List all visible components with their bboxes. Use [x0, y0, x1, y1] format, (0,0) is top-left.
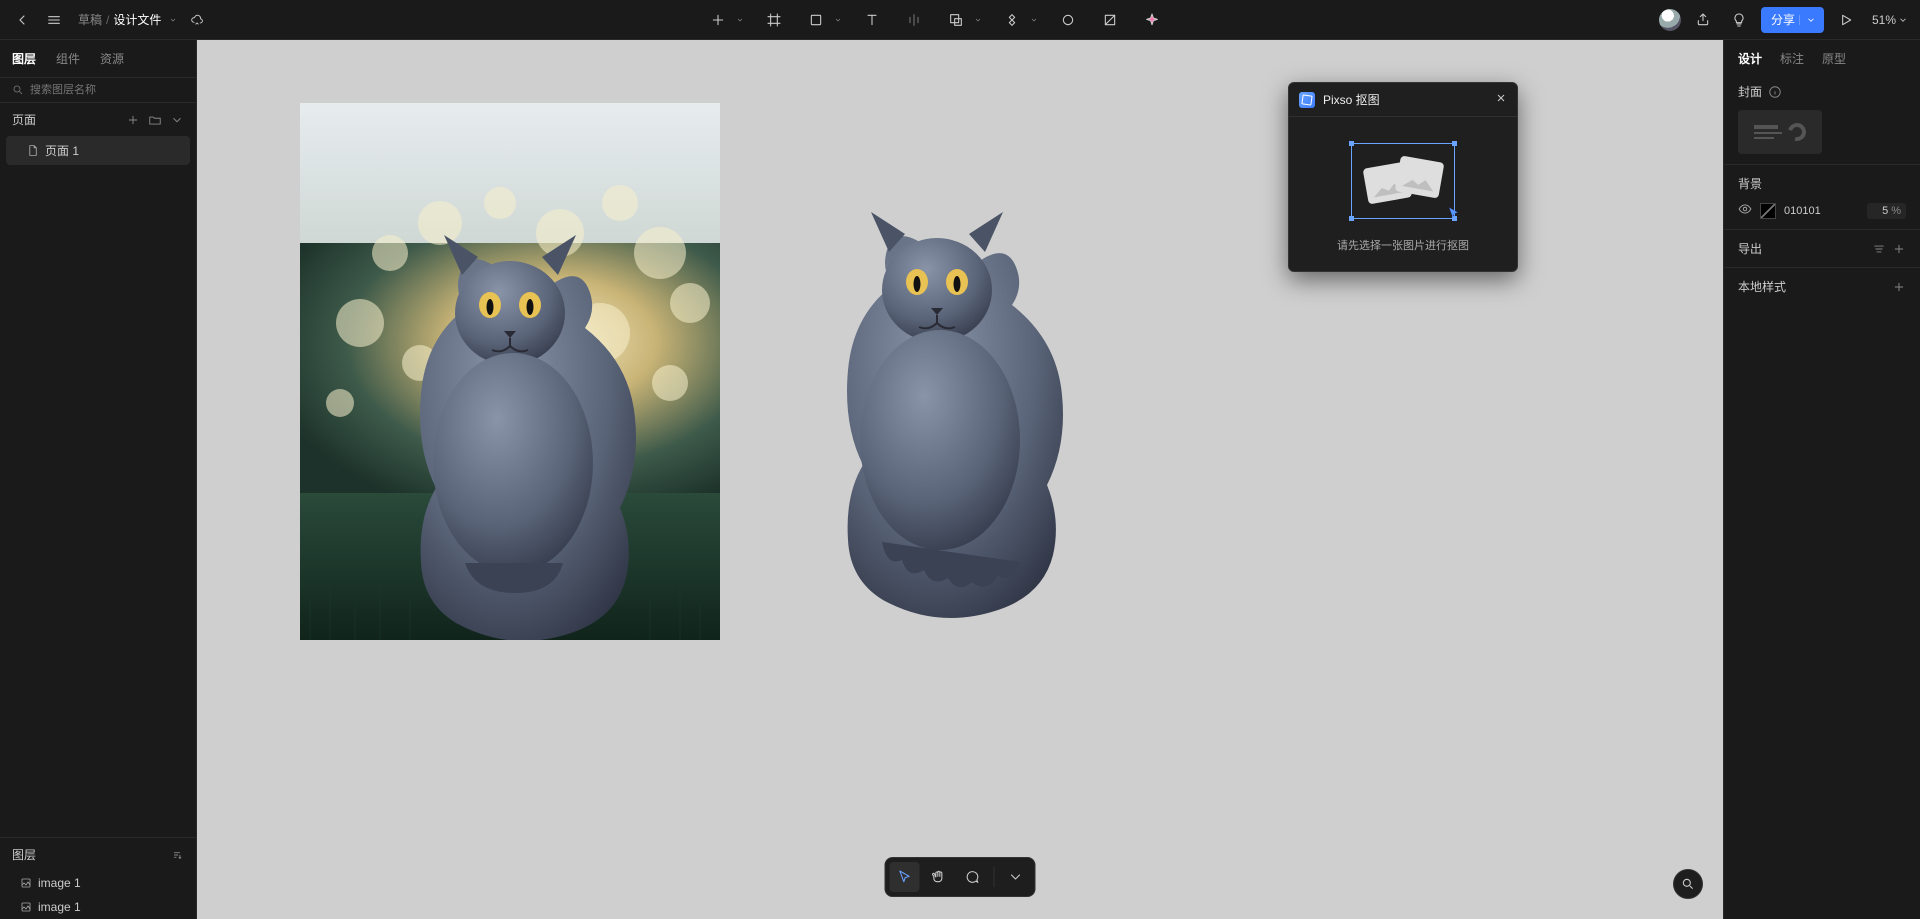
export-label: 导出 [1738, 240, 1762, 257]
tab-assets[interactable]: 资源 [100, 50, 124, 73]
breadcrumb: 草稿 / 设计文件 [78, 6, 179, 34]
canvas[interactable]: Pixso 抠图 请先选择一张图片进行抠图 [197, 40, 1723, 919]
frame-tool[interactable] [760, 6, 788, 34]
ai-tool[interactable] [1138, 6, 1166, 34]
share-node-icon[interactable] [1689, 6, 1717, 34]
image-layer-icon [20, 877, 32, 889]
layer-name: image 1 [38, 900, 81, 914]
preview-button[interactable] [1832, 6, 1860, 34]
tab-layers[interactable]: 图层 [12, 50, 36, 73]
help-chat-button[interactable] [1673, 869, 1703, 899]
zoom-control[interactable]: 51% [1868, 13, 1912, 27]
bg-color-swatch[interactable] [1760, 203, 1776, 219]
hand-tool[interactable] [924, 862, 954, 892]
local-styles-add-icon[interactable] [1892, 280, 1906, 294]
canvas-toolbar [885, 857, 1036, 897]
canvas-image-original[interactable] [300, 103, 720, 640]
share-button-label: 分享 [1771, 11, 1795, 28]
menu-button[interactable] [40, 6, 68, 34]
layer-item[interactable]: image 1 [0, 871, 196, 895]
popup-close-button[interactable] [1495, 92, 1507, 107]
layer-name: image 1 [38, 876, 81, 890]
back-button[interactable] [8, 6, 36, 34]
rp-tab-annotate[interactable]: 标注 [1780, 50, 1804, 67]
bg-visibility-toggle[interactable] [1738, 202, 1752, 219]
layers-section-label: 图层 [12, 846, 36, 863]
plugin-icon [1299, 92, 1315, 108]
page-name: 页面 1 [45, 142, 79, 159]
mask-tool[interactable] [1096, 6, 1124, 34]
popup-header[interactable]: Pixso 抠图 [1289, 83, 1517, 117]
collapse-pages-icon[interactable] [170, 113, 184, 127]
component-dropdown-icon[interactable] [1028, 6, 1040, 34]
component-tool[interactable] [998, 6, 1026, 34]
bg-hex-value[interactable]: 010101 [1784, 205, 1859, 217]
boolean-tool[interactable] [942, 6, 970, 34]
align-tool[interactable] [900, 6, 928, 34]
pages-label: 页面 [12, 111, 36, 128]
canvas-image-cutout[interactable] [787, 210, 1087, 650]
export-settings-icon[interactable] [1872, 242, 1886, 256]
circle-tool[interactable] [1054, 6, 1082, 34]
shape-dropdown-icon[interactable] [832, 6, 844, 34]
popup-illustration [1351, 143, 1455, 219]
export-add-icon[interactable] [1892, 242, 1906, 256]
zoom-value: 51% [1872, 13, 1896, 27]
rp-tab-prototype[interactable]: 原型 [1822, 50, 1846, 67]
breadcrumb-file[interactable]: 设计文件 [113, 11, 161, 28]
add-page-icon[interactable] [126, 113, 140, 127]
comment-tool[interactable] [958, 862, 988, 892]
file-dropdown-icon[interactable] [167, 6, 179, 34]
layer-sort-icon[interactable] [170, 848, 184, 862]
bg-opacity-input[interactable]: 5 % [1867, 203, 1906, 219]
breadcrumb-folder[interactable]: 草稿 [78, 11, 102, 28]
search-icon [12, 84, 24, 96]
cover-label: 封面 [1738, 83, 1762, 100]
background-label: 背景 [1738, 175, 1762, 192]
layer-item[interactable]: image 1 [0, 895, 196, 919]
plugin-popup: Pixso 抠图 请先选择一张图片进行抠图 [1288, 82, 1518, 272]
info-icon[interactable] [1768, 85, 1782, 99]
toolbar-more[interactable] [1001, 862, 1031, 892]
shape-tool[interactable] [802, 6, 830, 34]
pointer-tool[interactable] [890, 862, 920, 892]
add-tool[interactable] [704, 6, 732, 34]
boolean-dropdown-icon[interactable] [972, 6, 984, 34]
popup-title: Pixso 抠图 [1323, 91, 1380, 108]
add-dropdown-icon[interactable] [734, 6, 746, 34]
cover-preview[interactable] [1738, 110, 1822, 154]
popup-hint: 请先选择一张图片进行抠图 [1337, 237, 1469, 253]
page-folder-icon[interactable] [148, 113, 162, 127]
image-layer-icon [20, 901, 32, 913]
tab-components[interactable]: 组件 [56, 50, 80, 73]
user-avatar[interactable] [1659, 9, 1681, 31]
rp-tab-design[interactable]: 设计 [1738, 50, 1762, 67]
local-styles-label: 本地样式 [1738, 278, 1786, 295]
lightbulb-icon[interactable] [1725, 6, 1753, 34]
share-button[interactable]: 分享 [1761, 7, 1824, 33]
layer-search-input[interactable] [30, 84, 184, 96]
page-item[interactable]: 页面 1 [6, 136, 190, 165]
text-tool[interactable] [858, 6, 886, 34]
page-icon [26, 144, 39, 157]
cloud-sync-icon[interactable] [183, 6, 211, 34]
share-dropdown-icon[interactable] [1799, 15, 1820, 25]
